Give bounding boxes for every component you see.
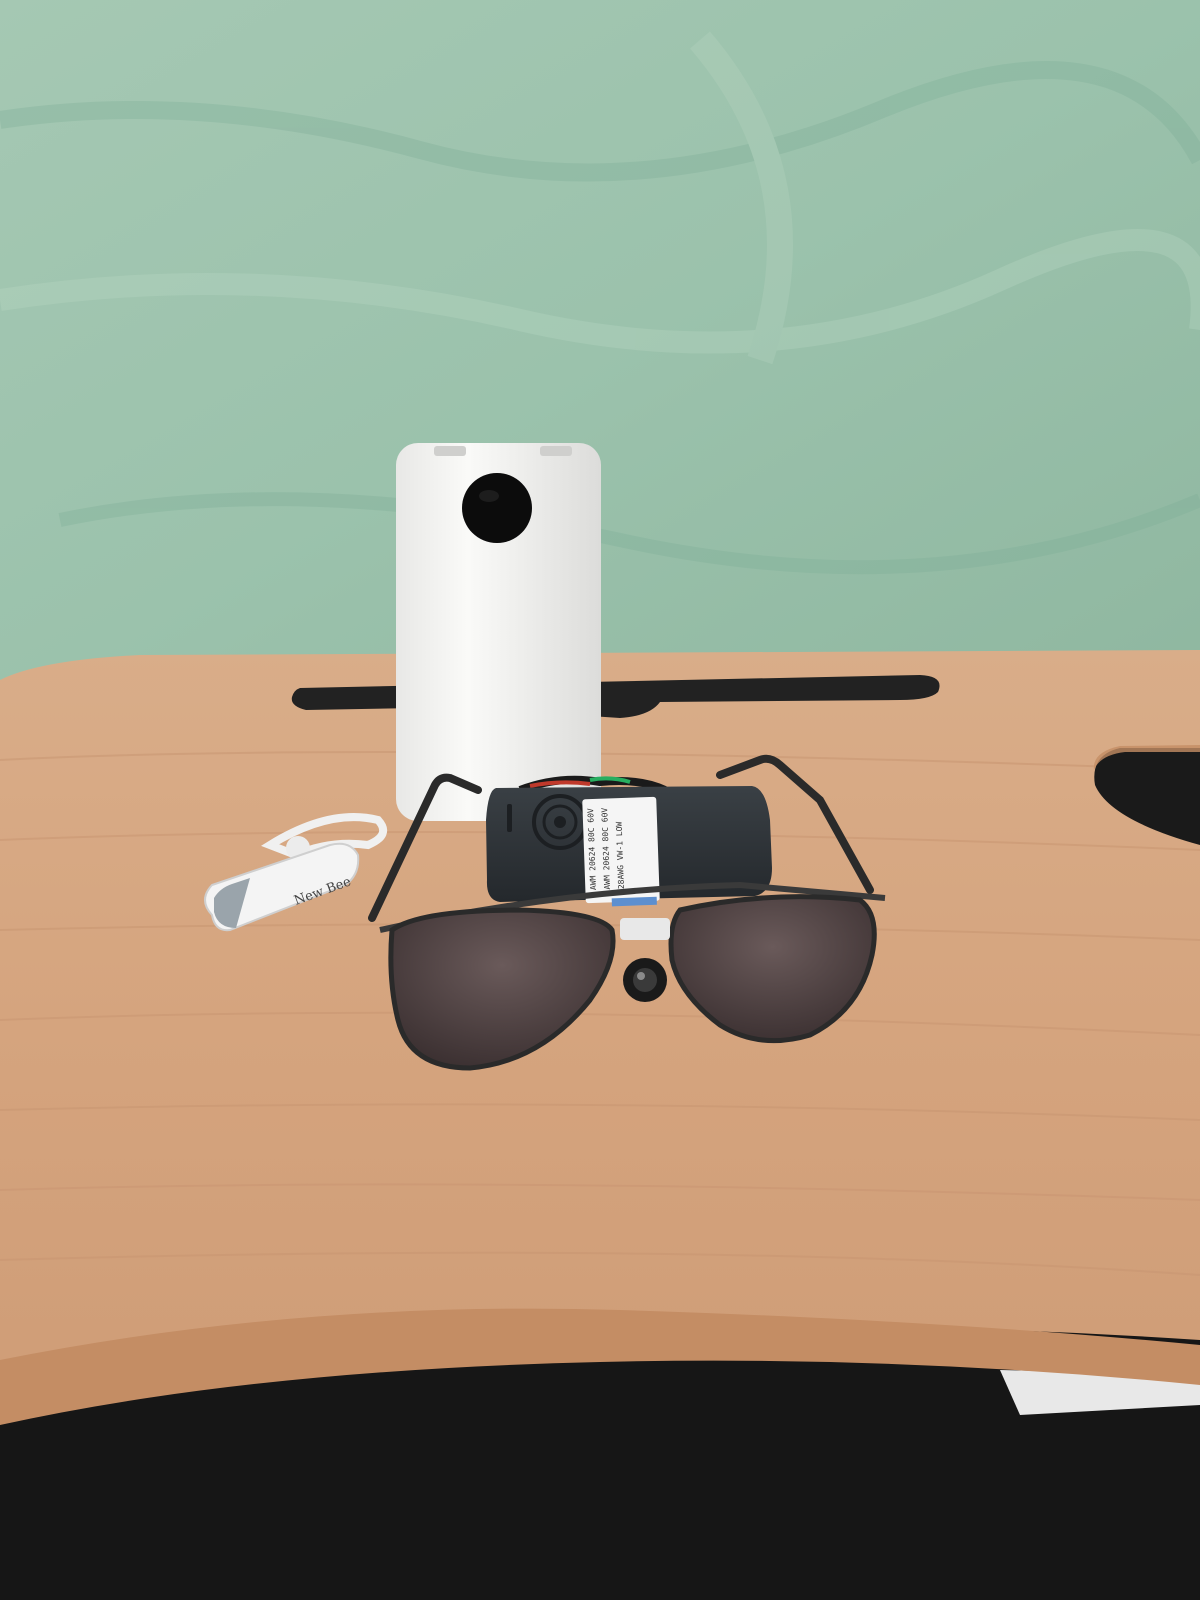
display-circle [462,473,532,543]
scene-svg: AWM 20624 80C 60V AWM 20624 80C 60V 28AW… [0,0,1200,1600]
photo-scene: AWM 20624 80C 60V AWM 20624 80C 60V 28AW… [0,0,1200,1600]
power-bank [396,443,601,821]
